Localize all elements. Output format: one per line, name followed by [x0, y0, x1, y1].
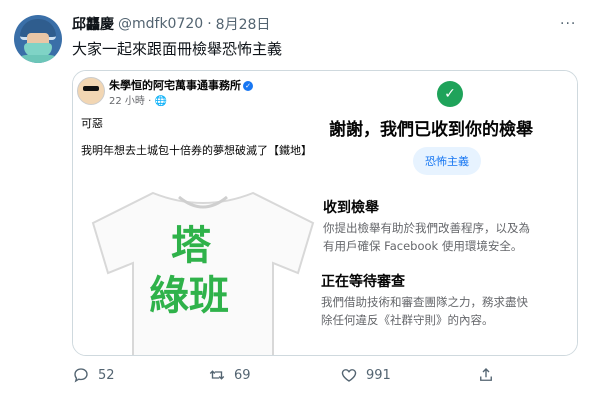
section-review-line2: 除任何違反《社群守則》的內容。	[321, 313, 494, 327]
report-category-chip: 恐怖主義	[413, 147, 481, 175]
body	[16, 55, 60, 63]
author-handle[interactable]: @mdfk0720	[118, 16, 203, 32]
section-review-title: 正在等待審查	[321, 274, 405, 290]
like-button[interactable]: 991	[340, 366, 391, 384]
verified-icon: ✓	[243, 81, 253, 91]
fb-page-avatar	[77, 77, 105, 105]
tweet-date[interactable]: 8月28日	[216, 14, 271, 34]
share-icon	[480, 368, 492, 381]
retweet-icon	[209, 370, 225, 380]
tweet-actions: 52 69 991	[72, 364, 576, 392]
reply-count: 52	[98, 367, 115, 383]
fb-post-time: 22 小時 · 🌐	[109, 96, 167, 107]
author-name[interactable]: 邱龘慶	[72, 14, 114, 34]
report-thanks: 謝謝，我們已收到你的檢舉	[329, 120, 533, 140]
fb-post-line1: 可惡	[81, 117, 103, 130]
like-icon	[341, 369, 357, 382]
reply-button[interactable]: 52	[72, 366, 115, 384]
tweet-text: 大家一起來跟面冊檢舉恐怖主義	[72, 40, 283, 58]
section-review-line1: 我們借助技術和審查團隊之力，務求盡快	[321, 295, 528, 309]
section-received-title: 收到檢舉	[323, 200, 379, 216]
shirt-text-green-class: 綠班	[149, 273, 229, 319]
section-review-text: 我們借助技術和審查團隊之力，務求盡快 除任何違反《社群守則》的內容。	[321, 293, 528, 329]
section-received-line1: 你提出檢舉有助於我們改善程序，以及為	[323, 221, 530, 235]
retweet-button[interactable]: 69	[208, 366, 251, 384]
like-count: 991	[366, 367, 391, 383]
retweet-count: 69	[234, 367, 251, 383]
section-received-line2: 有用戶確保 Facebook 使用環境安全。	[323, 239, 523, 253]
fb-page-name: 朱學恒的阿宅萬事通事務所	[109, 79, 241, 92]
tweet-media[interactable]: 朱學恒的阿宅萬事通事務所 ✓ 22 小時 · 🌐 可惡 我明年想去土城包十倍券的夢…	[72, 70, 578, 356]
more-options-button[interactable]: ···	[560, 16, 576, 32]
reply-icon	[74, 368, 88, 383]
fb-post-line2: 我明年想去土城包十倍券的夢想破滅了【鐵地】	[81, 144, 312, 157]
tweet-header: 邱龘慶 @mdfk0720 · 8月28日	[72, 14, 270, 34]
share-button[interactable]	[477, 366, 495, 384]
check-icon: ✓	[437, 81, 463, 107]
separator: ·	[207, 16, 212, 32]
fb-post-screenshot: 朱學恒的阿宅萬事通事務所 ✓ 22 小時 · 🌐 可惡 我明年想去土城包十倍券的夢…	[73, 71, 326, 355]
fb-page-name-row: 朱學恒的阿宅萬事通事務所 ✓	[109, 77, 253, 93]
author-avatar[interactable]	[14, 15, 62, 63]
report-confirmation: ✓ 謝謝，我們已收到你的檢舉 恐怖主義 收到檢舉 你提出檢舉有助於我們改善程序，…	[321, 71, 577, 355]
section-received-text: 你提出檢舉有助於我們改善程序，以及為 有用戶確保 Facebook 使用環境安全…	[323, 219, 530, 255]
